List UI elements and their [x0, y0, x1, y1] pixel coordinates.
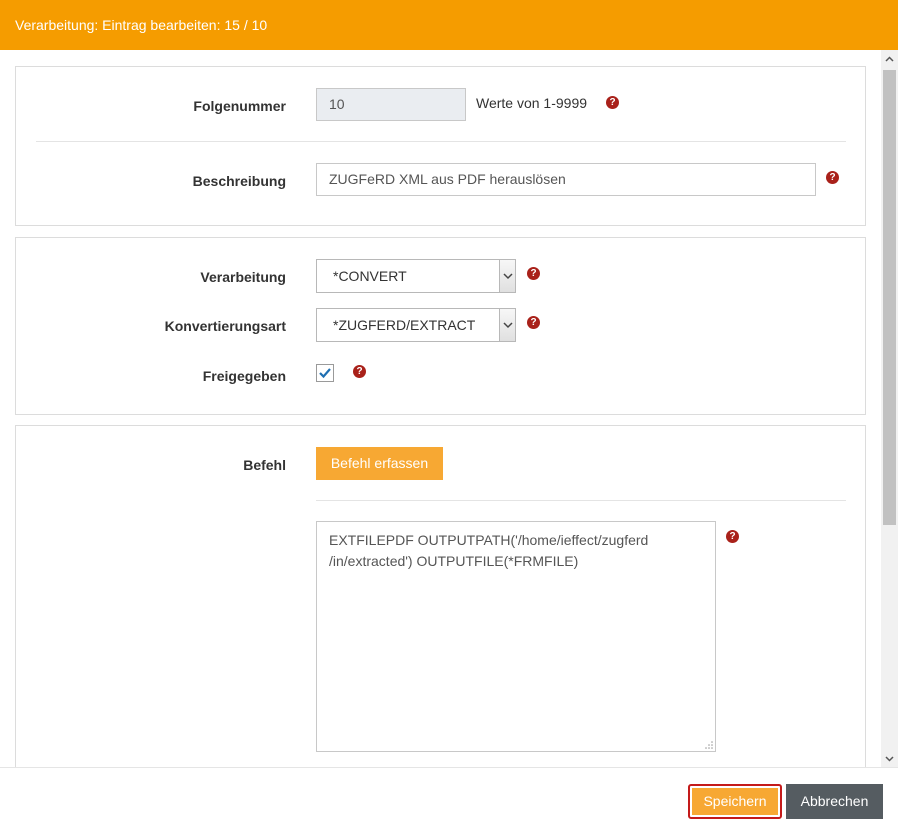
processing-selected: *CONVERT	[333, 268, 407, 284]
sequence-value: 10	[329, 96, 345, 112]
scroll-up-icon	[885, 56, 894, 62]
chevron-down-icon	[499, 260, 515, 292]
command-text-line: /in/extracted') OUTPUTFILE(*FRMFILE)	[329, 553, 579, 569]
dialog-title-bar: Verarbeitung: Eintrag bearbeiten: 15 / 1…	[0, 0, 898, 50]
conversion-type-select[interactable]: *ZUGFERD/EXTRACT	[316, 308, 516, 342]
panel-command: Befehl Befehl erfassen EXTFILEPDF OUTPUT…	[15, 425, 866, 767]
description-label: Beschreibung	[192, 173, 286, 189]
dialog-footer: Speichern Abbrechen	[0, 767, 898, 832]
sequence-hint: Werte von 1-9999	[476, 95, 588, 111]
capture-command-button[interactable]: Befehl erfassen	[316, 447, 443, 480]
command-text-line: EXTFILEPDF OUTPUTPATH('/home/ieffect/zug…	[329, 532, 649, 548]
chevron-down-icon	[499, 309, 515, 341]
description-input[interactable]: ZUGFeRD XML aus PDF herauslösen	[316, 163, 816, 196]
processing-select[interactable]: *CONVERT	[316, 259, 516, 293]
help-icon[interactable]: ?	[606, 96, 619, 109]
divider	[316, 500, 846, 501]
help-icon[interactable]: ?	[826, 171, 839, 184]
panel-general: Folgenummer 10 Werte von 1-9999 ? Beschr…	[15, 66, 866, 226]
released-label: Freigegeben	[202, 368, 286, 384]
help-icon[interactable]: ?	[527, 267, 540, 280]
scrollbar-thumb[interactable]	[883, 70, 896, 525]
dialog-body: Folgenummer 10 Werte von 1-9999 ? Beschr…	[0, 50, 898, 767]
checkmark-icon	[319, 368, 331, 379]
released-checkbox[interactable]	[316, 364, 334, 382]
save-button[interactable]: Speichern	[688, 784, 782, 819]
command-textarea[interactable]: EXTFILEPDF OUTPUTPATH('/home/ieffect/zug…	[316, 521, 716, 752]
processing-label: Verarbeitung	[200, 269, 286, 285]
dialog-title: Verarbeitung: Eintrag bearbeiten: 15 / 1…	[15, 17, 268, 33]
sequence-label: Folgenummer	[193, 98, 286, 114]
panel-processing: Verarbeitung *CONVERT ? Konvertierungsar…	[15, 237, 866, 415]
conversion-type-selected: *ZUGFERD/EXTRACT	[333, 317, 476, 333]
vertical-scrollbar[interactable]	[881, 50, 898, 767]
command-label: Befehl	[243, 457, 286, 473]
scroll-down-icon	[885, 756, 894, 762]
save-button-label: Speichern	[692, 788, 778, 815]
divider	[36, 141, 846, 142]
resize-grip-icon	[705, 741, 713, 749]
help-icon[interactable]: ?	[527, 316, 540, 329]
help-icon[interactable]: ?	[726, 530, 739, 543]
sequence-input[interactable]: 10	[316, 88, 466, 121]
cancel-button[interactable]: Abbrechen	[786, 784, 883, 819]
description-value: ZUGFeRD XML aus PDF herauslösen	[329, 171, 566, 187]
conversion-type-label: Konvertierungsart	[164, 318, 286, 334]
help-icon[interactable]: ?	[353, 365, 366, 378]
